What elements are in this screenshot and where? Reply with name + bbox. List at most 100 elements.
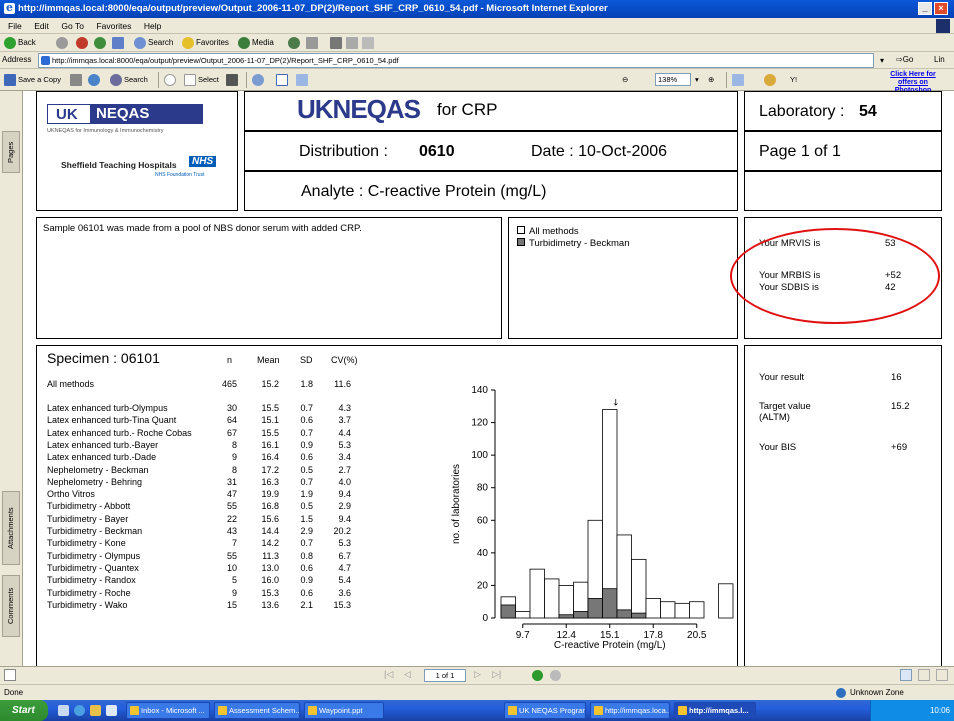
quicklaunch-window-icon[interactable]: [106, 705, 117, 716]
header-mean: Mean: [257, 355, 280, 365]
zoom-in-button[interactable]: ⊕: [708, 73, 714, 87]
minimize-button[interactable]: _: [918, 2, 932, 15]
page-number: Page 1 of 1: [759, 143, 841, 160]
cv-cell: 9.4: [338, 513, 351, 524]
media-button[interactable]: Media: [238, 36, 274, 50]
method-cell: Ortho Vitros: [47, 489, 95, 500]
menu-file[interactable]: File: [6, 18, 24, 34]
quicklaunch-desktop-icon[interactable]: [58, 705, 69, 716]
select-tool-button[interactable]: Select: [184, 73, 219, 87]
menu-help[interactable]: Help: [142, 18, 163, 34]
task-assessment[interactable]: Assessment Schem...: [214, 702, 300, 719]
bar-method: [558, 614, 574, 619]
zoom-tool-button[interactable]: [252, 73, 266, 87]
history-button[interactable]: [288, 36, 302, 50]
how-to-button[interactable]: [764, 73, 778, 87]
mean-cell: 15.6: [261, 513, 279, 524]
print-button[interactable]: [330, 36, 344, 50]
bar-method: [602, 588, 618, 619]
edit-button[interactable]: [346, 36, 360, 50]
links-button[interactable]: Lin: [934, 55, 945, 64]
actual-size-button[interactable]: [276, 73, 290, 87]
laboratory-box: Laboratory : 54: [744, 91, 942, 131]
address-bar: Address http://immqas.local:8000/eqa/out…: [0, 52, 954, 69]
forward-button[interactable]: [56, 36, 70, 50]
bis-label: Your BIS: [759, 442, 797, 453]
discuss-button[interactable]: [362, 36, 376, 50]
table-row: Turbidimetry - Olympus 55 11.3 0.8 6.7: [37, 551, 367, 562]
task-ie-2[interactable]: http://immqas.l...: [674, 702, 756, 719]
go-forward-icon[interactable]: [550, 670, 561, 681]
facing-view-icon[interactable]: [936, 669, 948, 681]
refresh-button[interactable]: [94, 36, 108, 50]
page-number-input[interactable]: 1 of 1: [424, 669, 466, 682]
email-pdf-button[interactable]: [88, 73, 102, 87]
task-ie-1[interactable]: http://immqas.loca...: [590, 702, 670, 719]
home-button[interactable]: [112, 36, 126, 50]
stop-button[interactable]: [76, 36, 90, 50]
trust-name: NHS Foundation Trust: [155, 172, 205, 178]
acrobat-side-panel: Pages Attachments Comments: [0, 91, 23, 666]
status-text: Done: [4, 688, 24, 697]
favorites-button[interactable]: Favorites: [182, 36, 229, 50]
logo-subtitle: UKNEQAS for Immunology & Immunochemistry: [47, 128, 164, 134]
panel-toggle-icon[interactable]: [4, 669, 16, 681]
first-page-button[interactable]: |◁: [384, 669, 393, 680]
task-ukneqas[interactable]: UK NEQAS Programme...: [504, 702, 586, 719]
address-input[interactable]: http://immqas.local:8000/eqa/output/prev…: [38, 53, 874, 68]
zoom-dropdown-icon[interactable]: ▾: [695, 73, 699, 87]
save-copy-button[interactable]: Save a Copy: [4, 73, 61, 87]
mean-cell: 16.1: [261, 439, 279, 450]
search-button[interactable]: Search: [134, 36, 173, 50]
quicklaunch-folder-icon[interactable]: [90, 705, 101, 716]
nhs-logo: NHS: [189, 156, 217, 167]
zoom-level-input[interactable]: 138%: [655, 73, 691, 86]
go-back-icon[interactable]: [532, 670, 543, 681]
snapshot-button[interactable]: [226, 73, 240, 87]
x-tick-label: 20.5: [687, 630, 707, 641]
method-cell: Latex enhanced turb.-Bayer: [47, 439, 159, 450]
menu-goto[interactable]: Go To: [59, 18, 86, 34]
empty-box: [744, 171, 942, 211]
sd-cell: 1.9: [300, 489, 313, 500]
mean-cell: 13.6: [261, 599, 279, 610]
close-button[interactable]: ×: [934, 2, 948, 15]
back-button[interactable]: Back: [4, 36, 36, 50]
menu-favorites[interactable]: Favorites: [94, 18, 133, 34]
rotate-button[interactable]: [732, 73, 746, 87]
cv-cell: 3.6: [338, 587, 351, 598]
cv-cell: 5.3: [338, 439, 351, 450]
menu-bar: File Edit Go To Favorites Help: [0, 18, 954, 34]
pdf-search-button[interactable]: Search: [110, 73, 148, 87]
quicklaunch-ie-icon[interactable]: [74, 705, 85, 716]
tab-pages[interactable]: Pages: [2, 131, 20, 173]
single-page-view-icon[interactable]: [900, 669, 912, 681]
zoom-out-button[interactable]: ⊖: [622, 73, 628, 87]
bar-all-methods: [645, 598, 661, 619]
start-button[interactable]: Start: [0, 700, 48, 721]
fit-page-button[interactable]: [296, 73, 310, 87]
task-waypoint[interactable]: Waypoint.ppt: [304, 702, 384, 719]
task-inbox[interactable]: Inbox - Microsoft ...: [126, 702, 210, 719]
mail-button[interactable]: [306, 36, 320, 50]
logo-box: UK NEQAS UKNEQAS for Immunology & Immuno…: [36, 91, 238, 211]
tab-attachments[interactable]: Attachments: [2, 491, 20, 565]
table-row: Latex enhanced turb.-Bayer 8 16.1 0.9 5.3: [37, 440, 367, 451]
address-dropdown-icon[interactable]: ▾: [876, 53, 888, 68]
previous-page-button[interactable]: ◁: [404, 669, 411, 680]
go-button[interactable]: ⇨Go: [896, 55, 913, 64]
hand-tool-button[interactable]: [164, 73, 178, 87]
binoculars-icon: [110, 74, 122, 87]
next-page-button[interactable]: ▷: [474, 669, 481, 680]
tab-comments[interactable]: Comments: [2, 575, 20, 637]
print-pdf-button[interactable]: [70, 73, 84, 87]
continuous-view-icon[interactable]: [918, 669, 930, 681]
yahoo-button[interactable]: Y!: [790, 73, 797, 87]
table-row: Nephelometry - Behring 31 16.3 0.7 4.0: [37, 477, 367, 488]
bar-all-methods: [689, 601, 705, 619]
last-page-button[interactable]: ▷|: [492, 669, 501, 680]
n-cell: 43: [226, 526, 237, 536]
zone-globe-icon: [836, 688, 846, 698]
n-cell: 9: [231, 452, 237, 463]
menu-edit[interactable]: Edit: [32, 18, 51, 34]
